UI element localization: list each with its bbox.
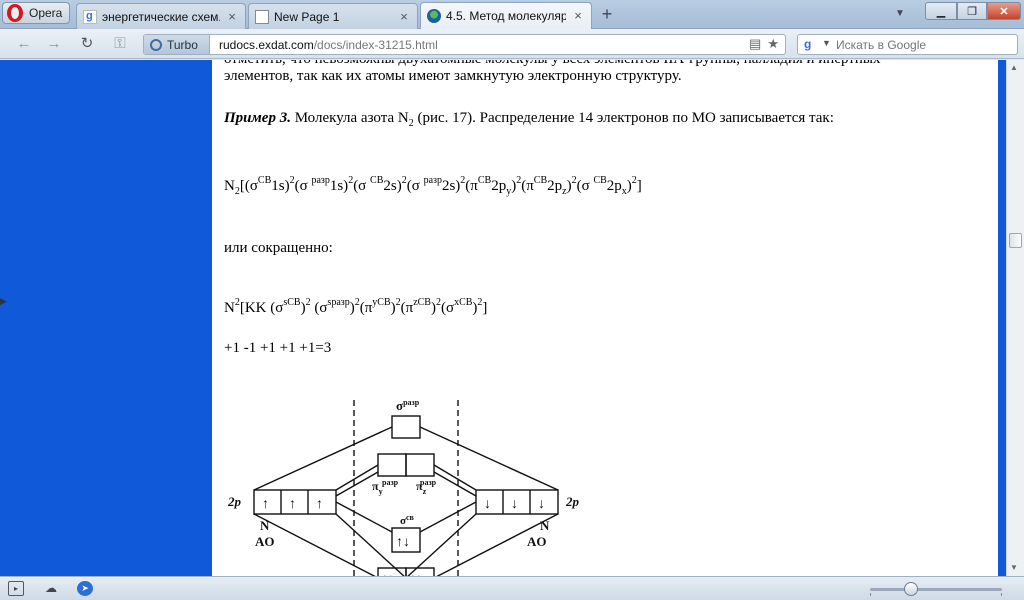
new-tab-button[interactable]: + [597, 5, 617, 25]
svg-text:↓: ↓ [484, 497, 491, 512]
scroll-thumb[interactable] [1009, 233, 1022, 248]
address-toolbar: ← → ↻ ⚿ Turbo rudocs.exdat.com/docs/inde… [0, 29, 1024, 59]
pi-y-antibonding-box [377, 453, 407, 477]
opera-menu-label: Opera [29, 6, 63, 20]
svg-text:σсв: σсв [400, 513, 415, 527]
full-electron-configuration: N2[(σСВ1s)2(σ разр1s)2(σ СВ2s)2(σ разр2s… [224, 175, 642, 197]
bookmark-star-icon[interactable]: ★ [767, 36, 779, 52]
close-window-button[interactable]: ✕ [987, 2, 1021, 20]
address-field[interactable]: Turbo rudocs.exdat.com/docs/index-31215.… [143, 34, 786, 55]
url-actions: ▤ ★ [749, 36, 779, 52]
svg-text:N: N [540, 518, 550, 533]
intro-paragraph: отметить, что невозможны двухатомные мол… [224, 60, 964, 85]
close-tab-icon[interactable]: × [397, 9, 411, 24]
tab-title: энергетические схем... [102, 9, 220, 24]
search-box[interactable]: g ▼ [797, 34, 1018, 55]
reload-icon[interactable]: ↻ [78, 35, 96, 53]
speed-dial-add-icon[interactable]: ▤ [749, 36, 761, 52]
svg-text:↓: ↓ [511, 497, 518, 512]
svg-text:AO: AO [527, 534, 547, 549]
tab-list-chevron-icon[interactable]: ▼ [893, 8, 907, 20]
example-label: Пример 3. [224, 110, 291, 126]
svg-text:↑: ↑ [289, 497, 296, 512]
key-icon[interactable]: ⚿ [111, 35, 129, 53]
google-search-icon[interactable]: g [804, 37, 818, 51]
svg-text:2p: 2p [227, 494, 242, 509]
url-text[interactable]: rudocs.exdat.com/docs/index-31215.html [219, 38, 438, 52]
scroll-down-icon[interactable]: ▼ [1010, 563, 1018, 572]
tab-title: 4.5. Метод молекуляр... [446, 9, 566, 23]
status-bar: ▸ ☁ ➤ [0, 576, 1024, 600]
close-tab-icon[interactable]: × [571, 9, 585, 23]
turbo-icon [150, 38, 162, 51]
opera-logo-icon [7, 4, 23, 22]
svg-text:разр: разр [382, 478, 399, 487]
sigma-antibonding-label: σразр [396, 398, 420, 413]
forward-arrow-icon[interactable]: → [45, 35, 63, 53]
vertical-scrollbar[interactable]: ▲ ▼ [1006, 60, 1024, 576]
tab-energy-schemes[interactable]: g энергетические схем... × [76, 3, 246, 29]
close-tab-icon[interactable]: × [225, 9, 239, 24]
maximize-button[interactable]: ❐ [957, 2, 987, 20]
spin-sum: +1 -1 +1 +1 +1=3 [224, 340, 332, 356]
svg-text:↑: ↑ [262, 497, 269, 512]
svg-text:↑↓: ↑↓ [396, 535, 410, 550]
svg-text:N: N [260, 518, 270, 533]
side-panel-toggle-icon[interactable]: ▶ [0, 296, 7, 307]
svg-text:2p: 2p [565, 494, 580, 509]
mo-energy-diagram: ↑ ↑ ↑ ↓ ↓ ↓ ↑↓ ↑↓ ↑↓ σразр πy разр πz ра… [227, 398, 580, 576]
page-viewport: отметить, что невозможны двухатомные мол… [0, 60, 1006, 576]
short-electron-configuration: N2[KK (σsCB)2 (σsразр)2(πyCB)2(πzCB)2(σx… [224, 297, 488, 317]
back-arrow-icon[interactable]: ← [15, 35, 33, 53]
zoom-slider-ticks [870, 593, 1002, 596]
browser-window: Opera g энергетические схем... × New Pag… [0, 0, 1024, 600]
zoom-slider-track[interactable] [870, 588, 1002, 591]
opera-menu-button[interactable]: Opera [2, 2, 70, 24]
tab-strip: Opera g энергетические схем... × New Pag… [0, 0, 1024, 29]
search-engine-dropdown-icon[interactable]: ▼ [822, 38, 831, 48]
svg-text:↓: ↓ [538, 497, 545, 512]
zoom-slider-thumb[interactable] [904, 582, 918, 596]
turbo-button[interactable]: Turbo [144, 35, 210, 54]
panel-toggle-icon[interactable]: ▸ [8, 581, 24, 596]
intro-line-2: элементов, так как их атомы имеют замкну… [224, 68, 682, 84]
turbo-label: Turbo [167, 37, 198, 52]
svg-text:AO: AO [255, 534, 275, 549]
left-sidebar [0, 60, 212, 576]
pi-z-antibonding-box [405, 453, 435, 477]
article-content: отметить, что невозможны двухатомные мол… [224, 60, 984, 576]
turbo-status-icon[interactable]: ➤ [77, 581, 93, 596]
page-favicon-icon [255, 9, 269, 24]
short-form-label: или сокращенно: [224, 240, 333, 256]
tab-title: New Page 1 [274, 9, 340, 24]
scroll-up-icon[interactable]: ▲ [1010, 63, 1018, 72]
svg-text:πy: πy [372, 479, 383, 496]
cloud-icon[interactable]: ☁ [43, 581, 59, 596]
svg-text:↑: ↑ [316, 497, 323, 512]
google-favicon-icon: g [83, 9, 97, 24]
minimize-button[interactable]: ▁ [925, 2, 957, 20]
right-border [998, 60, 1006, 576]
exdat-favicon-icon [427, 9, 441, 23]
search-input[interactable] [836, 35, 1011, 54]
svg-text:разр: разр [420, 478, 437, 487]
tab-mo-method[interactable]: 4.5. Метод молекуляр... × [420, 2, 592, 29]
example-paragraph: Пример 3. Молекула азота N2 (рис. 17). Р… [224, 110, 834, 129]
intro-line-1: отметить, что невозможны двухатомные мол… [224, 60, 964, 68]
sigma-antibonding-box [391, 415, 421, 439]
tab-new-page-1[interactable]: New Page 1 × [248, 3, 418, 29]
